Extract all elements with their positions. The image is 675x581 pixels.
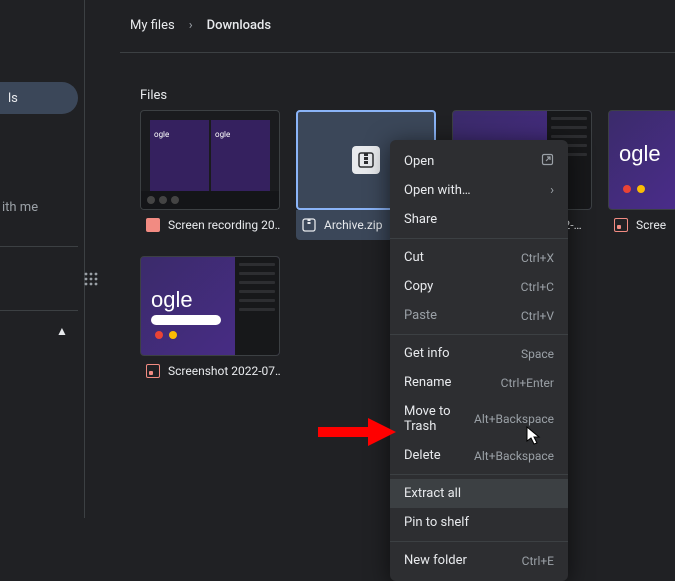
- file-thumbnail: ogle: [140, 256, 280, 356]
- menu-item-rename[interactable]: Rename Ctrl+Enter: [390, 368, 568, 397]
- menu-item-paste: Paste Ctrl+V: [390, 301, 568, 330]
- menu-shortcut: Ctrl+X: [521, 251, 554, 265]
- menu-shortcut: Alt+Backspace: [474, 449, 554, 463]
- menu-label: Copy: [404, 279, 433, 294]
- file-name: Screenshot 2022-07…: [168, 364, 280, 378]
- image-icon: [614, 218, 628, 232]
- menu-item-copy[interactable]: Copy Ctrl+C: [390, 272, 568, 301]
- zip-glyph-icon: [352, 146, 380, 174]
- menu-label: Open with…: [404, 183, 471, 198]
- section-label: Files: [140, 88, 167, 103]
- menu-shortcut: Ctrl+Enter: [501, 376, 554, 390]
- menu-shortcut: Ctrl+C: [521, 280, 554, 294]
- menu-label: Delete: [404, 448, 441, 463]
- file-thumbnail: ogle: [608, 110, 675, 210]
- menu-item-extract-all[interactable]: Extract all: [390, 479, 568, 508]
- file-item[interactable]: ogle ogle Screen recording 20…: [140, 110, 280, 240]
- menu-separator: [390, 474, 568, 475]
- file-thumbnail: ogle ogle: [140, 110, 280, 210]
- apps-grid-icon[interactable]: [84, 272, 98, 290]
- menu-item-share[interactable]: Share: [390, 205, 568, 234]
- image-icon: [146, 364, 160, 378]
- menu-shortcut: Ctrl+E: [522, 554, 554, 568]
- divider: [120, 52, 675, 53]
- menu-item-open-with[interactable]: Open with… ›: [390, 176, 568, 205]
- menu-label: Rename: [404, 375, 451, 390]
- file-label: Screen recording 20…: [140, 210, 280, 240]
- menu-item-get-info[interactable]: Get info Space: [390, 339, 568, 368]
- menu-label: Cut: [404, 250, 424, 265]
- file-label: Screenshot 2022-07…: [140, 356, 280, 386]
- sidebar: ls ith me ▲: [0, 0, 85, 518]
- chevron-right-icon: ›: [550, 183, 554, 198]
- context-menu: Open Open with… › Share Cut Ctrl+X Copy …: [390, 140, 568, 581]
- nav-item-shared[interactable]: ith me: [0, 200, 38, 215]
- menu-label: New folder: [404, 553, 467, 568]
- breadcrumb-current[interactable]: Downloads: [207, 18, 271, 33]
- menu-item-move-to-trash[interactable]: Move to Trash Alt+Backspace: [390, 397, 568, 441]
- nav-active-label: ls: [8, 91, 18, 106]
- annotation-arrow-icon: [316, 412, 396, 452]
- nav-shared-label: ith me: [2, 200, 38, 215]
- menu-item-open[interactable]: Open: [390, 146, 568, 176]
- menu-label: Paste: [404, 308, 437, 323]
- zip-icon: [302, 218, 316, 232]
- menu-item-new-folder[interactable]: New folder Ctrl+E: [390, 546, 568, 575]
- video-icon: [146, 218, 160, 232]
- file-name: Archive.zip: [324, 218, 382, 232]
- file-label: Scree: [608, 210, 675, 240]
- divider: [0, 310, 78, 311]
- file-name: Screen recording 20…: [168, 218, 280, 232]
- menu-label: Pin to shelf: [404, 515, 469, 530]
- menu-shortcut: Ctrl+V: [521, 309, 554, 323]
- open-new-icon: [541, 153, 554, 169]
- menu-label: Get info: [404, 346, 450, 361]
- menu-label: Share: [404, 212, 437, 227]
- breadcrumb-root[interactable]: My files: [130, 18, 175, 33]
- menu-label: Move to Trash: [404, 404, 474, 434]
- menu-shortcut: Alt+Backspace: [474, 412, 554, 426]
- menu-shortcut: Space: [521, 347, 554, 361]
- chevron-right-icon: ›: [189, 18, 193, 33]
- menu-separator: [390, 238, 568, 239]
- menu-item-cut[interactable]: Cut Ctrl+X: [390, 243, 568, 272]
- file-item[interactable]: ogle Screenshot 2022-07…: [140, 256, 280, 386]
- divider: [0, 246, 78, 247]
- file-name: Scree: [636, 218, 666, 232]
- menu-label: Open: [404, 154, 434, 169]
- menu-item-delete[interactable]: Delete Alt+Backspace: [390, 441, 568, 470]
- breadcrumb: My files › Downloads: [100, 0, 301, 51]
- menu-label: Extract all: [404, 486, 461, 501]
- eject-icon[interactable]: ▲: [56, 324, 68, 338]
- file-item[interactable]: ogle Scree: [608, 110, 675, 240]
- nav-active-item[interactable]: ls: [0, 82, 78, 114]
- menu-item-pin-to-shelf[interactable]: Pin to shelf: [390, 508, 568, 537]
- menu-separator: [390, 541, 568, 542]
- menu-separator: [390, 334, 568, 335]
